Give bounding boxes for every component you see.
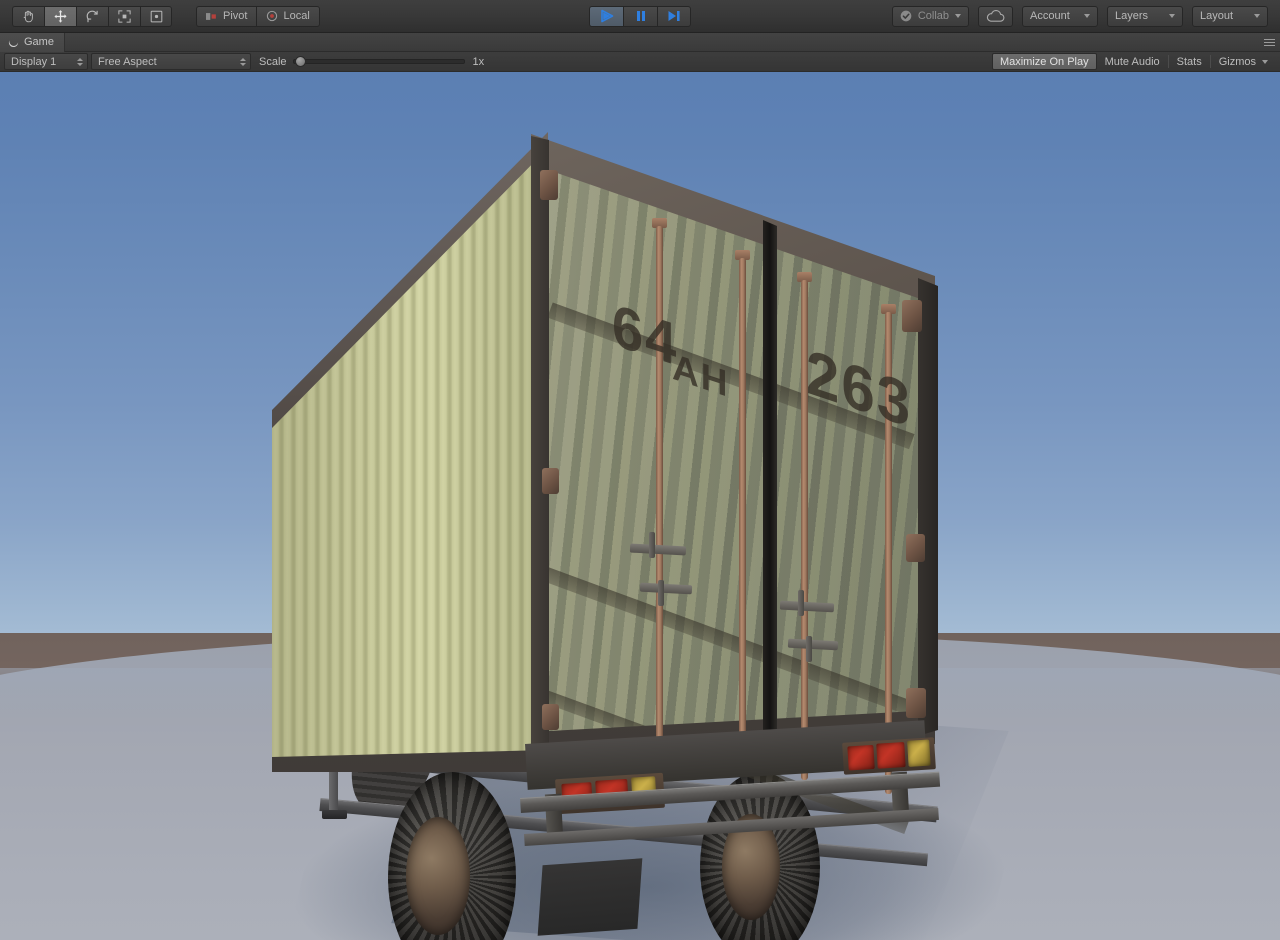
display-value: Display 1 [11,55,57,68]
maximize-on-play-button[interactable]: Maximize On Play [991,53,1097,70]
step-icon [668,11,680,21]
brake-lamp [847,744,875,771]
pivot-toggle-button[interactable]: Pivot [196,5,257,27]
corner-casting-bot-right [906,688,926,718]
truck-model: 64 AH 263 [0,72,1280,940]
tail-lamp [876,742,906,769]
slider-knob[interactable] [294,56,306,67]
game-view-toolbar-right: Maximize On Play Mute Audio Stats Gizmos [991,53,1280,70]
cargo-container [272,132,938,834]
layout-dropdown[interactable]: Layout [1192,5,1268,27]
cam-lever-lower-right [806,636,812,662]
landing-leg-foot [322,810,347,819]
aspect-value: Free Aspect [98,55,157,68]
rotate-tool-button[interactable] [76,5,108,27]
game-view-toolbar: Display 1 Free Aspect Scale 1x Maximize … [0,52,1280,72]
playback-controls-group [589,5,691,27]
menu-line [1264,42,1275,43]
stats-button[interactable]: Stats [1169,53,1210,70]
corner-casting-mid-left [542,468,559,494]
move-icon [54,9,67,23]
tail-light-cluster-right [842,737,936,775]
collab-label: Collab [917,10,949,22]
pivot-icon [206,12,216,20]
play-icon [600,9,613,23]
rotate-icon [86,10,98,22]
step-button[interactable] [657,5,691,27]
menu-line [1264,39,1275,40]
play-button[interactable] [589,5,623,27]
services-cloud-button[interactable] [978,5,1013,27]
local-icon [267,10,278,22]
container-side-panel [272,140,547,762]
chevron-down-icon [1262,59,1268,64]
layers-dropdown[interactable]: Layers [1107,5,1183,27]
mute-audio-button[interactable]: Mute Audio [1097,53,1168,70]
tab-game[interactable]: Game [0,32,65,52]
account-label: Account [1030,10,1070,22]
tab-game-label: Game [24,36,54,48]
scale-label: Scale [259,55,287,68]
chevron-down-icon [955,14,961,18]
chevron-down-icon [1254,14,1260,18]
pause-icon [636,11,645,21]
account-dropdown[interactable]: Account [1022,5,1098,27]
game-view-render[interactable]: 64 AH 263 [0,72,1280,940]
scale-icon [118,9,131,23]
layout-label: Layout [1200,10,1234,22]
local-label: Local [283,10,310,22]
panel-tabbar: Game [0,32,1280,52]
transform-tools-group [12,5,172,27]
display-dropdown[interactable]: Display 1 [4,53,88,70]
pivot-label: Pivot [223,10,248,22]
chevron-down-icon [1084,14,1090,18]
scale-value: 1x [472,55,485,68]
rect-icon [150,10,162,22]
rect-tool-button[interactable] [140,5,172,27]
slider-track [292,59,465,64]
chevron-down-icon [1169,14,1175,18]
menu-line [1264,45,1275,46]
layers-label: Layers [1115,10,1149,22]
pause-button[interactable] [623,5,657,27]
move-tool-button[interactable] [44,5,76,27]
mudflap [537,858,643,936]
corner-casting-bot-left [542,704,559,730]
unity-editor-window: Pivot Local Collab Account Layers Layout… [0,0,1280,940]
main-toolbar: Pivot Local Collab Account Layers Layout [0,0,1280,33]
corner-casting-top-right [902,300,922,332]
game-panel: Game Display 1 Free Aspect Scale 1x Maxi… [0,32,1280,940]
cam-lever-upper-left [649,532,655,558]
cam-lever-upper-right [798,590,804,616]
scale-tool-button[interactable] [108,5,140,27]
wheel-hub [406,817,470,935]
stepper-arrows-icon [77,57,83,66]
locking-rod-2 [739,258,746,770]
corner-casting-mid-right [906,534,925,562]
local-toggle-button[interactable]: Local [256,5,320,27]
hand-tool-button[interactable] [12,5,44,27]
toolbar-right-group: Collab Account Layers Layout [891,5,1268,27]
collab-button[interactable]: Collab [891,5,969,27]
scale-slider[interactable] [292,53,465,70]
cloud-icon [986,9,1005,22]
game-tab-icon [8,39,19,47]
cam-lever-lower-left [658,580,664,606]
pivot-mode-group: Pivot Local [196,5,320,27]
collab-check-icon [900,10,912,22]
aspect-ratio-dropdown[interactable]: Free Aspect [91,53,251,70]
turn-lamp [907,739,931,767]
gizmos-button[interactable]: Gizmos [1211,53,1276,70]
stepper-arrows-icon [240,57,246,66]
hand-icon [23,10,33,22]
panel-options-menu-icon[interactable] [1260,36,1276,49]
gizmos-label: Gizmos [1218,55,1256,68]
corner-casting-top-left [540,170,558,200]
